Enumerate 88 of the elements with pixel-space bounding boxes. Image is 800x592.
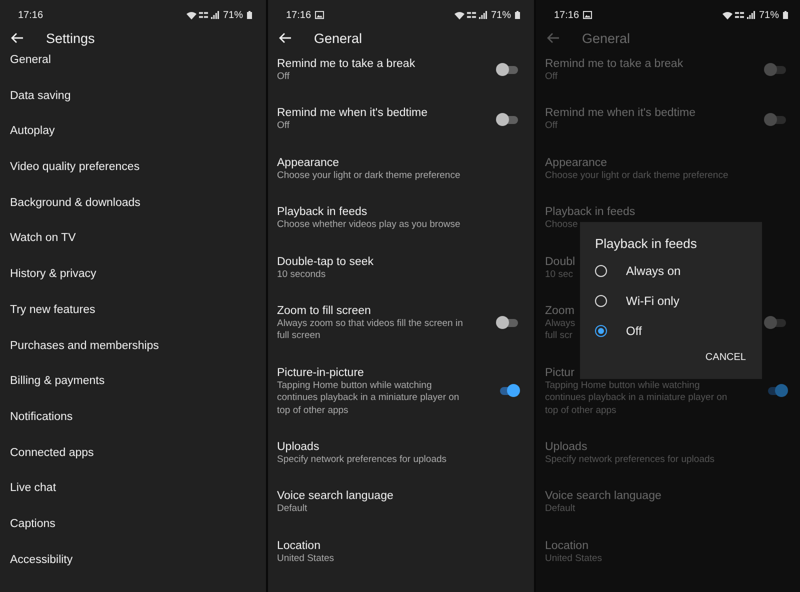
cancel-button[interactable]: CANCEL bbox=[703, 348, 748, 367]
setting-title[interactable]: Uploads bbox=[277, 440, 320, 454]
setting-title[interactable]: Remind me when it's bedtime bbox=[545, 106, 696, 120]
setting-description: 10 sec bbox=[545, 268, 573, 282]
setting-title[interactable]: Playback in feeds bbox=[545, 205, 636, 220]
toggle-switch[interactable] bbox=[496, 112, 520, 127]
signal-icon bbox=[478, 11, 487, 19]
setting-title[interactable]: Zoom bbox=[545, 304, 574, 318]
battery-icon bbox=[783, 11, 788, 19]
setting-description: Off bbox=[545, 120, 558, 133]
wifi-icon bbox=[186, 10, 197, 20]
setting-title[interactable]: Voice search language bbox=[277, 489, 394, 504]
network-icon bbox=[466, 11, 477, 19]
screen-title: General bbox=[314, 30, 362, 46]
setting-title[interactable]: Appearance bbox=[545, 156, 608, 170]
settings-item[interactable]: Billing & payments bbox=[0, 374, 266, 410]
wifi-icon bbox=[454, 10, 465, 20]
settings-item[interactable]: Captions bbox=[0, 516, 266, 553]
setting-description: Specify network preferences for uploads bbox=[277, 454, 447, 466]
settings-item[interactable]: Background & downloads bbox=[0, 196, 266, 232]
setting-title[interactable]: Voice search language bbox=[545, 489, 662, 504]
settings-item[interactable]: General bbox=[0, 53, 266, 89]
setting-title[interactable]: Location bbox=[277, 538, 320, 553]
setting-description: Choose your light or dark theme preference bbox=[545, 170, 728, 182]
setting-description: 10 seconds bbox=[277, 268, 326, 282]
setting-title[interactable]: Appearance bbox=[277, 156, 340, 170]
toggle-switch[interactable] bbox=[496, 316, 520, 330]
battery-percent: 71% bbox=[490, 10, 511, 20]
battery-icon bbox=[247, 11, 252, 19]
option-label[interactable]: Wi-Fi only bbox=[626, 294, 680, 308]
battery-percent: 71% bbox=[222, 10, 243, 20]
settings-item[interactable]: Notifications bbox=[0, 410, 266, 446]
setting-description: Tapping Home button while watching continues playback in a miniature player on top of other apps bbox=[277, 380, 460, 418]
setting-description: Choose bbox=[545, 219, 578, 232]
toggle-switch[interactable] bbox=[764, 112, 788, 127]
status-time: 17:16 bbox=[554, 10, 580, 20]
setting-description: Off bbox=[277, 71, 290, 84]
radio-button[interactable] bbox=[595, 325, 607, 337]
setting-title[interactable]: Location bbox=[545, 538, 588, 553]
option-label[interactable]: Always on bbox=[626, 264, 681, 278]
screen-title: General bbox=[582, 30, 630, 46]
setting-title[interactable]: Uploads bbox=[545, 440, 588, 454]
settings-item[interactable]: History & privacy bbox=[0, 267, 266, 303]
option-label[interactable]: Off bbox=[626, 324, 642, 338]
setting-description: Choose your light or dark theme preference bbox=[277, 170, 460, 182]
setting-description: Always full scr bbox=[545, 318, 576, 343]
setting-description: Default bbox=[545, 503, 576, 516]
battery-icon bbox=[515, 11, 520, 19]
settings-item[interactable]: Try new features bbox=[0, 302, 266, 338]
setting-title[interactable]: Remind me to take a break bbox=[277, 57, 416, 71]
setting-description: Choose whether videos play as you browse bbox=[277, 219, 460, 232]
setting-title[interactable]: Zoom to fill screen bbox=[277, 304, 371, 318]
setting-title[interactable]: Playback in feeds bbox=[277, 205, 368, 220]
setting-description: Off bbox=[277, 120, 290, 133]
settings-item[interactable]: Video quality preferences bbox=[0, 160, 266, 196]
setting-title[interactable]: Picture-in-picture bbox=[277, 366, 364, 380]
settings-item[interactable]: Purchases and memberships bbox=[0, 338, 266, 374]
signal-icon bbox=[746, 11, 755, 19]
status-time: 17:16 bbox=[286, 10, 312, 20]
signal-icon bbox=[210, 11, 219, 19]
settings-item[interactable]: Live chat bbox=[0, 481, 266, 517]
setting-title[interactable]: Pictur bbox=[545, 366, 574, 380]
toggle-switch[interactable] bbox=[764, 63, 788, 78]
settings-item[interactable]: Data saving bbox=[0, 88, 266, 124]
dialog-title: Playback in feeds bbox=[595, 236, 698, 253]
network-icon bbox=[198, 11, 209, 19]
setting-description: Default bbox=[277, 503, 308, 516]
settings-item[interactable]: Connected apps bbox=[0, 446, 266, 482]
network-icon bbox=[734, 11, 745, 19]
setting-title[interactable]: Remind me to take a break bbox=[545, 57, 684, 71]
setting-description: Off bbox=[545, 71, 558, 84]
setting-description: United States bbox=[277, 552, 334, 566]
setting-title[interactable]: Double-tap to seek bbox=[277, 254, 374, 269]
setting-description: Specify network preferences for uploads bbox=[545, 454, 715, 466]
settings-item[interactable]: Autoplay bbox=[0, 124, 266, 160]
setting-description: Tapping Home button while watching continues playback in a miniature player on top of other apps bbox=[545, 380, 728, 418]
toggle-switch[interactable] bbox=[764, 316, 788, 330]
setting-description: United States bbox=[545, 552, 602, 566]
screen-title: Settings bbox=[46, 30, 95, 46]
status-time: 17:16 bbox=[18, 10, 44, 20]
settings-item[interactable]: Accessibility bbox=[0, 552, 266, 588]
settings-item[interactable]: Watch on TV bbox=[0, 231, 266, 268]
wifi-icon bbox=[722, 10, 733, 20]
setting-description: Always zoom so that videos fill the screen in full screen bbox=[277, 318, 464, 343]
setting-title[interactable]: Doubl bbox=[545, 254, 576, 269]
setting-title[interactable]: Remind me when it's bedtime bbox=[277, 106, 428, 120]
battery-percent: 71% bbox=[758, 10, 779, 20]
toggle-switch[interactable] bbox=[496, 63, 520, 78]
